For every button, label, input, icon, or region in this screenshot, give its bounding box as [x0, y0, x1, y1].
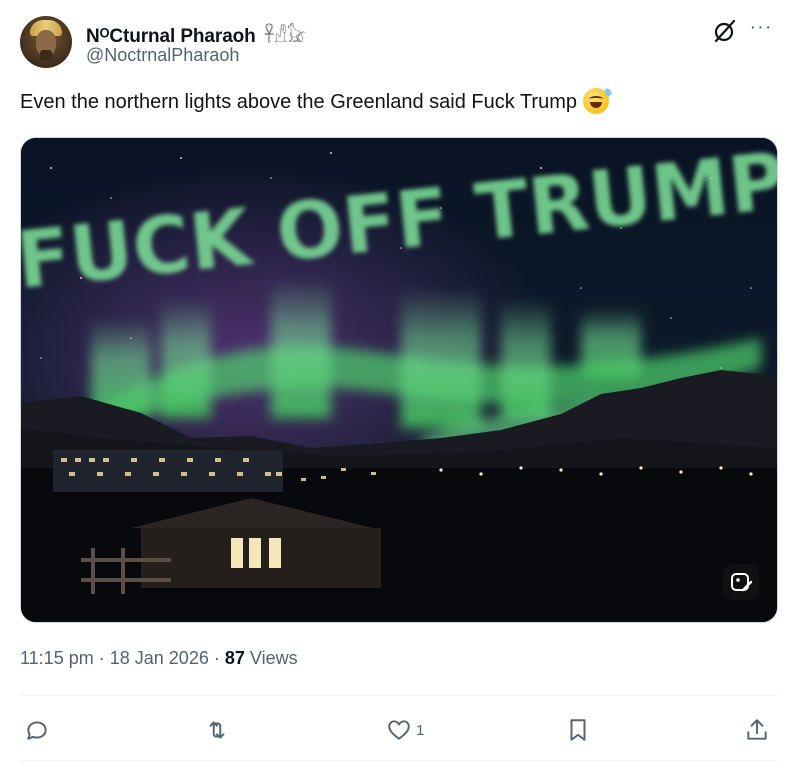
action-bar: 1 — [20, 712, 778, 752]
author-name-row[interactable]: NᴼCturnal Pharaoh 𓋹𓀭𓃠 — [86, 18, 306, 48]
share-button[interactable] — [744, 712, 770, 748]
divider-top — [20, 695, 778, 696]
tweet-body: Even the northern lights above the Green… — [20, 91, 577, 113]
tweet-timestamp[interactable]: 11:15 pm · 18 Jan 2026 · 87 Views — [20, 648, 298, 669]
separator: · — [213, 648, 220, 668]
author-name-glyphs: 𓋹𓀭𓃠 — [264, 26, 306, 47]
grinning-face-with-sweat-icon — [582, 87, 613, 114]
divider-bottom — [20, 760, 778, 761]
author-display-name[interactable]: NᴼCturnal Pharaoh — [86, 26, 256, 47]
tweet-time[interactable]: 11:15 pm — [20, 648, 94, 668]
bookmark-icon — [570, 719, 586, 741]
like-count: 1 — [416, 721, 425, 739]
heart-icon — [388, 720, 410, 740]
views-count: 87 — [224, 648, 245, 668]
tweet-image[interactable]: FUCK OFF TRUMP — [20, 137, 778, 623]
avatar-beard — [40, 50, 52, 60]
separator: · — [98, 648, 105, 668]
edit-image-icon[interactable] — [723, 564, 759, 600]
tweet-text: Even the northern lights above the Green… — [20, 87, 613, 116]
repost-button[interactable] — [204, 712, 230, 748]
share-icon — [747, 719, 767, 740]
repost-icon — [209, 721, 225, 739]
views-label: Views — [249, 648, 298, 668]
tweet-header: NᴼCturnal Pharaoh 𓋹𓀭𓃠 @NoctrnalPharaoh ·… — [20, 14, 780, 72]
author-handle[interactable]: @NoctrnalPharaoh — [86, 45, 239, 66]
avatar[interactable] — [20, 16, 72, 68]
grok-icon[interactable] — [712, 18, 738, 44]
reply-icon — [27, 721, 47, 740]
tweet-date[interactable]: 18 Jan 2026 — [110, 648, 209, 668]
reply-button[interactable] — [24, 712, 50, 748]
bookmark-button[interactable] — [565, 712, 591, 748]
like-button[interactable]: 1 — [386, 712, 424, 748]
more-options-icon[interactable]: ··· — [748, 16, 774, 42]
